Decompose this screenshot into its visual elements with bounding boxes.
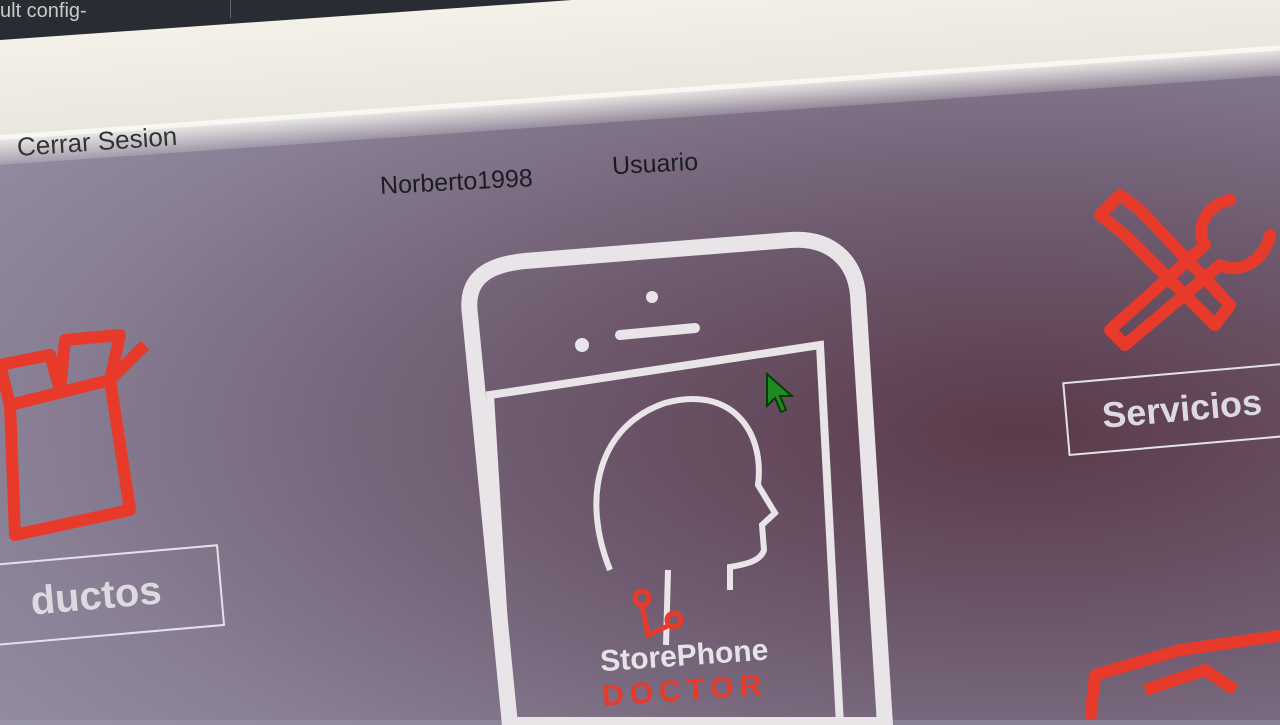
services-button[interactable]: Servicios [1062,361,1280,457]
products-button[interactable]: ductos [0,544,226,648]
tools-icon[interactable] [1080,175,1280,355]
handshake-icon[interactable] [1085,630,1280,720]
phone-head-icon: StorePhone DOCTOR [461,231,894,725]
open-box-icon[interactable] [0,310,170,550]
tab-separator [230,0,231,18]
username-text: Norberto1998 [379,164,534,200]
mouse-cursor-icon [766,372,795,414]
tab-title[interactable]: ult config- [0,0,87,23]
user-label: Usuario [611,147,699,181]
